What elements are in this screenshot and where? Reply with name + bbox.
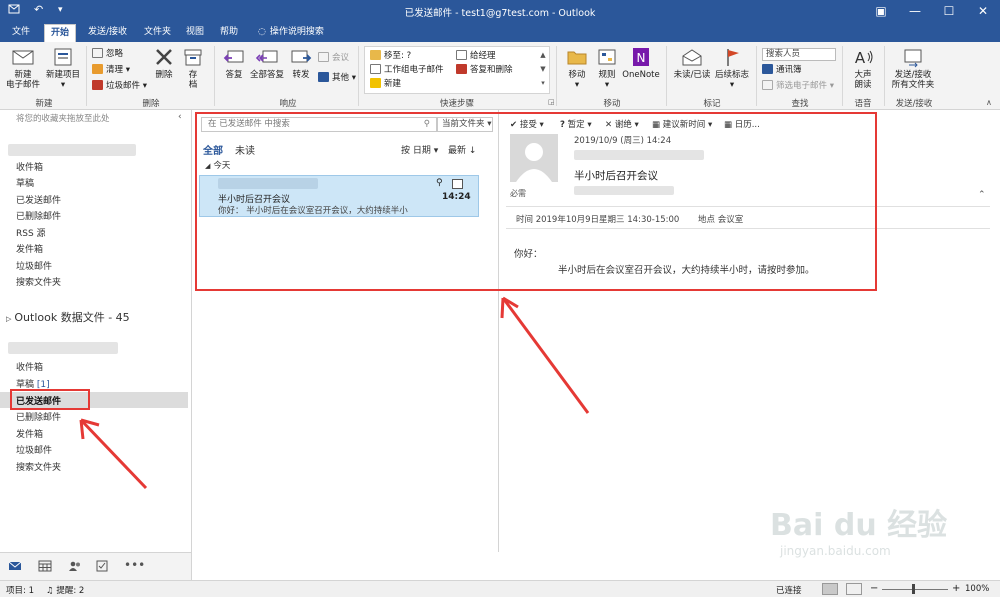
reading-view-icon[interactable] (846, 583, 862, 595)
watermark-url: jingyan.baidu.com (780, 544, 891, 558)
zoom-out-button[interactable]: − (870, 583, 878, 594)
calendar-icon[interactable] (38, 560, 52, 575)
bell-icon: ♫ (46, 586, 54, 596)
item-count: 项目: 1 (6, 586, 34, 596)
connection-status: 已连接 (776, 586, 802, 596)
tasks-icon[interactable] (96, 559, 108, 575)
zoom-slider-thumb[interactable] (912, 584, 915, 594)
zoom-level: 100% (965, 584, 990, 594)
watermark: Bai du 经验 jingyan.baidu.com (770, 500, 970, 560)
watermark-logo: Bai du 经验 (770, 508, 948, 543)
more-modules-icon[interactable]: ••• (124, 558, 145, 572)
mail-icon[interactable] (8, 560, 22, 575)
status-bar: 项目: 1 ♫ 提醒: 2 已连接 − + 100% (0, 580, 1000, 597)
normal-view-icon[interactable] (822, 583, 838, 595)
zoom-in-button[interactable]: + (952, 583, 960, 594)
zoom-slider[interactable] (882, 589, 948, 590)
arrow-line-lower (79, 418, 148, 490)
people-icon[interactable] (68, 560, 82, 575)
reminders[interactable]: ♫ 提醒: 2 (46, 584, 84, 596)
module-switcher: ••• (0, 552, 192, 580)
arrow-line-upper (501, 297, 590, 414)
